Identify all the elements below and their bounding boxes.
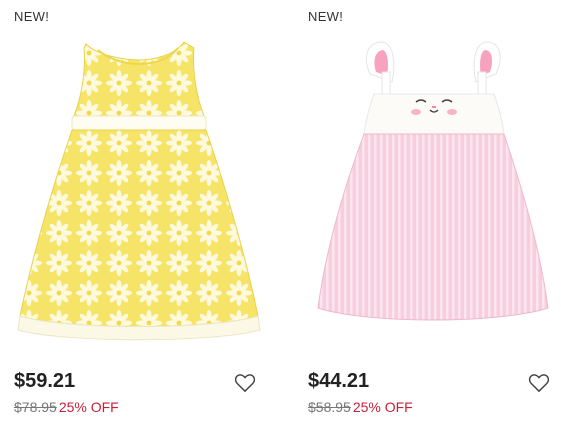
original-price: $58.95: [308, 399, 351, 415]
price-row: $58.95 25% OFF: [308, 399, 413, 415]
product-card[interactable]: NEW!: [0, 0, 270, 423]
original-price: $78.95: [14, 399, 57, 415]
discount-label: 25% OFF: [58, 399, 119, 415]
pink-bunny-dress-image[interactable]: [308, 38, 558, 348]
product-card[interactable]: NEW!: [294, 0, 561, 423]
heart-outline-icon[interactable]: [528, 373, 550, 393]
product-price: $44.21: [308, 370, 370, 392]
discount-label: 25% OFF: [352, 399, 413, 415]
price-row: $78.95 25% OFF: [14, 399, 119, 415]
product-price: $59.21: [14, 370, 76, 392]
heart-outline-icon[interactable]: [234, 373, 256, 393]
new-badge: NEW!: [308, 9, 344, 24]
new-badge: NEW!: [14, 9, 50, 24]
yellow-dress-image[interactable]: [14, 38, 264, 348]
product-grid: NEW! $59.21 $78.95 25% OFF NEW! $44.21 $…: [0, 0, 561, 423]
